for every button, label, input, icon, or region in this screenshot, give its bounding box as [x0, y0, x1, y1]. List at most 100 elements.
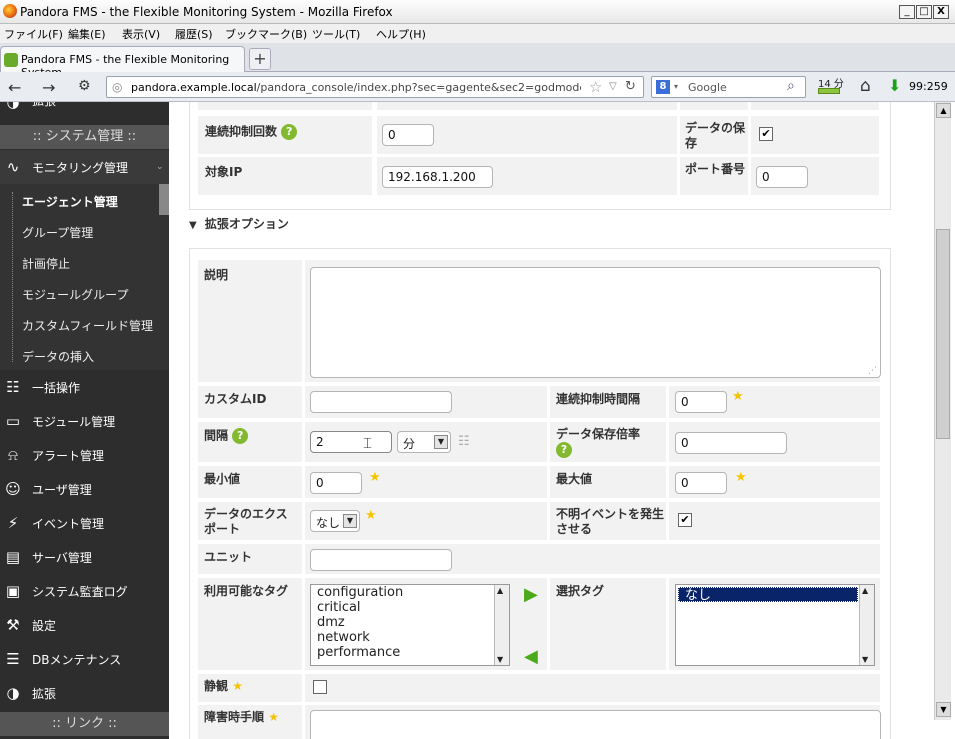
list-icon[interactable]: ☷: [458, 434, 470, 449]
menu-view[interactable]: 表示(V): [122, 26, 160, 42]
url-bar[interactable]: ◎ pandora.example.local/pandora_console/…: [106, 76, 644, 98]
user-icon: ☺: [5, 480, 21, 498]
quiet-checkbox[interactable]: [313, 680, 327, 694]
unit-input[interactable]: [310, 549, 452, 571]
ff-interval-input[interactable]: 0: [675, 391, 727, 413]
unknown-event-checkbox[interactable]: ✔: [678, 513, 692, 527]
sidebar-section-system: :: システム管理 ::: [0, 125, 169, 149]
sidebar-item-alerts[interactable]: ⍾ アラート管理: [0, 438, 169, 472]
tab-bar: Pandora FMS - the Flexible Monitoring Sy…: [0, 43, 955, 79]
window-title: Pandora FMS - the Flexible Monitoring Sy…: [20, 5, 393, 19]
sidebar-item-extension-partial[interactable]: ◑ 拡張: [0, 102, 169, 116]
list-item[interactable]: configuration: [311, 585, 509, 600]
scrollbar-thumb[interactable]: [936, 229, 950, 439]
list-item[interactable]: なし: [678, 587, 858, 603]
advanced-options-toggle[interactable]: ▼ 拡張オプション: [189, 215, 289, 232]
plug-icon: ◑: [6, 684, 20, 702]
min-input[interactable]: 0: [310, 472, 362, 494]
scroll-down-icon[interactable]: ▼: [862, 655, 868, 664]
dropdown-arrow-icon: ▼: [343, 514, 357, 528]
sidebar-item-setup[interactable]: ⚒ 設定: [0, 608, 169, 642]
battery-icon: [818, 88, 840, 94]
sidebar-subitem-insert-data[interactable]: データの挿入: [0, 339, 169, 370]
tags-selected-list[interactable]: なし ▲ ▼: [675, 584, 875, 666]
help-icon[interactable]: ?: [232, 428, 249, 444]
reload-icon[interactable]: ↻: [625, 79, 636, 94]
scroll-down-icon[interactable]: ▼: [497, 655, 503, 664]
search-engine-dropdown-icon[interactable]: ▾: [674, 82, 678, 91]
scroll-down-icon[interactable]: ▼: [936, 702, 951, 717]
download-arrow-icon[interactable]: ⬇: [888, 76, 901, 95]
sidebar-subitem-custom-fields[interactable]: カスタムフィールド管理: [0, 308, 169, 339]
ff-threshold-input[interactable]: 0: [382, 124, 434, 146]
add-tag-arrow-icon[interactable]: ▶: [524, 584, 538, 605]
description-textarea[interactable]: ⋰: [310, 267, 881, 378]
home-icon[interactable]: ⌂: [860, 76, 871, 96]
menu-bookmarks[interactable]: ブックマーク(B): [225, 26, 307, 42]
scroll-up-icon[interactable]: ▲: [497, 586, 503, 595]
target-ip-input[interactable]: 192.168.1.200: [382, 166, 493, 188]
minimize-button[interactable]: _: [899, 5, 915, 19]
sidebar-subitem-groups[interactable]: グループ管理: [0, 215, 169, 246]
historical-data-checkbox[interactable]: ✔: [759, 127, 773, 141]
forward-icon[interactable]: →: [42, 78, 55, 97]
tree-line: [12, 192, 13, 362]
maximize-button[interactable]: □: [916, 5, 932, 19]
page-scrollbar[interactable]: ▲ ▼: [934, 102, 951, 720]
sidebar-item-extensions[interactable]: ◑ 拡張: [0, 676, 169, 710]
max-input[interactable]: 0: [675, 472, 727, 494]
identity-icon[interactable]: ⚙: [78, 78, 91, 94]
ff-threshold-label-cell: 連続抑制回数 ?: [198, 116, 372, 154]
sidebar-subitem-agents[interactable]: エージェント管理: [0, 184, 169, 215]
sidebar-item-bulk[interactable]: ☷ 一括操作: [0, 370, 169, 404]
sidebar-item-modules[interactable]: ▭ モジュール管理: [0, 404, 169, 438]
custom-id-input[interactable]: [310, 391, 452, 413]
dropdown-icon[interactable]: ▽: [609, 81, 617, 92]
remove-tag-arrow-icon[interactable]: ◀: [524, 646, 538, 667]
search-icon[interactable]: ⌕: [787, 78, 795, 94]
help-icon[interactable]: ?: [556, 442, 572, 458]
post-process-input[interactable]: 0: [675, 432, 787, 454]
triangle-down-icon: ▼: [189, 220, 197, 231]
interval-unit-select[interactable]: 分 ▼: [397, 431, 451, 453]
resize-grip-icon[interactable]: ⋰: [868, 366, 877, 376]
sidebar-item-db-maintenance[interactable]: ☰ DBメンテナンス: [0, 642, 169, 676]
search-bar[interactable]: 8 ▾ Google ⌕: [651, 76, 806, 98]
list-item[interactable]: performance: [311, 645, 509, 660]
sidebar-subitem-module-groups[interactable]: モジュールグループ: [0, 277, 169, 308]
list-item[interactable]: critical: [311, 600, 509, 615]
unit-label: ユニット: [204, 550, 253, 564]
sidebar-item-users[interactable]: ☺ ユーザ管理: [0, 472, 169, 506]
browser-tab[interactable]: Pandora FMS - the Flexible Monitoring Sy…: [0, 46, 245, 79]
sidebar-item-audit-log[interactable]: ▣ システム監査ログ: [0, 574, 169, 608]
tags-available-label: 利用可能なタグ: [204, 584, 289, 598]
new-tab-button[interactable]: +: [249, 48, 271, 70]
interval-input[interactable]: 2: [310, 431, 392, 453]
server-icon: ▤: [5, 548, 21, 566]
tags-selected-label: 選択タグ: [556, 584, 605, 598]
menu-help[interactable]: ヘルプ(H): [376, 26, 426, 42]
list-item[interactable]: network: [311, 630, 509, 645]
sidebar-item-events[interactable]: ⚡ イベント管理: [0, 506, 169, 540]
export-select[interactable]: なし ▼: [310, 510, 360, 532]
sidebar-subitem-downtime[interactable]: 計画停止: [0, 246, 169, 277]
critical-instructions-label: 障害時手順 ★: [204, 710, 279, 724]
bookmark-star-icon[interactable]: ☆: [589, 78, 602, 96]
port-input[interactable]: 0: [756, 166, 808, 188]
list-scrollbar[interactable]: ▲ ▼: [494, 585, 509, 665]
list-scrollbar[interactable]: ▲ ▼: [859, 585, 874, 665]
scroll-up-icon[interactable]: ▲: [862, 586, 868, 595]
tags-available-list[interactable]: configuration critical dmz network perfo…: [310, 584, 510, 666]
close-button[interactable]: X: [933, 5, 949, 19]
scroll-up-icon[interactable]: ▲: [936, 103, 951, 118]
menu-tools[interactable]: ツール(T): [312, 26, 360, 42]
menu-file[interactable]: ファイル(F): [4, 26, 63, 42]
menu-history[interactable]: 履歴(S): [175, 26, 213, 42]
menu-edit[interactable]: 編集(E): [68, 26, 106, 42]
sidebar-item-monitoring[interactable]: ∿ モニタリング管理 ⌄: [0, 150, 169, 184]
back-icon[interactable]: ←: [8, 78, 21, 97]
list-item[interactable]: dmz: [311, 615, 509, 630]
help-icon[interactable]: ?: [281, 124, 298, 140]
critical-instructions-textarea[interactable]: [310, 710, 881, 739]
sidebar-item-servers[interactable]: ▤ サーバ管理: [0, 540, 169, 574]
